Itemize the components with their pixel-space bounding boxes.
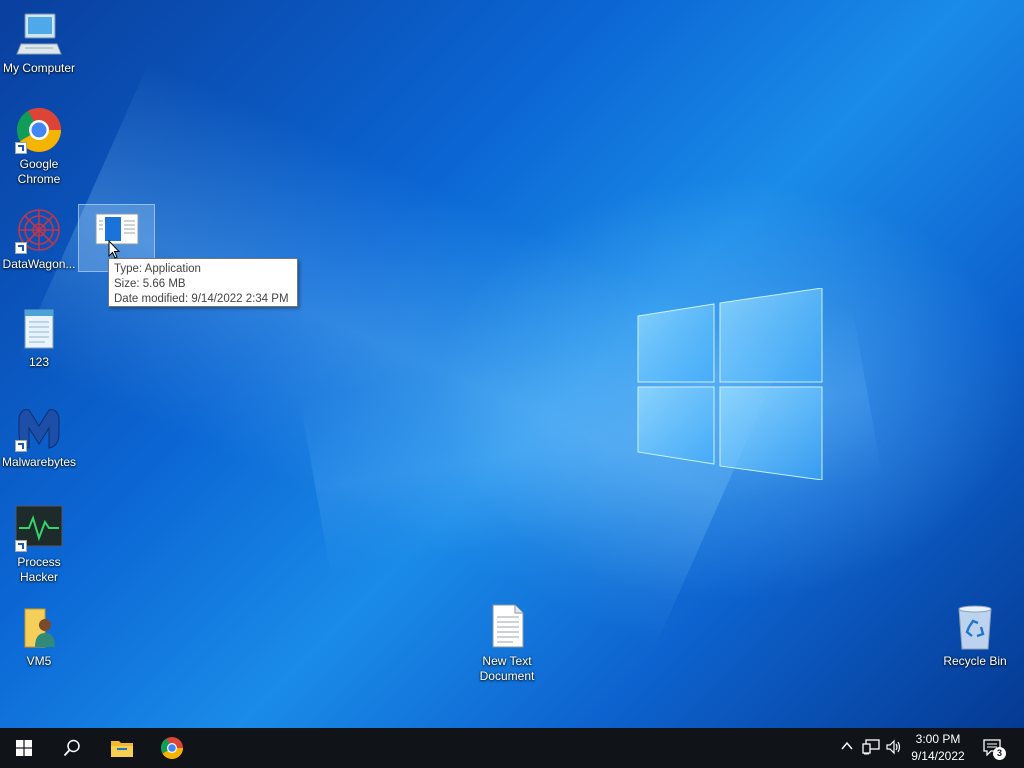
clock-date: 9/14/2022: [911, 749, 965, 763]
malwarebytes-icon: [15, 404, 63, 452]
process-hacker-icon: [15, 504, 63, 552]
desktop-icon-recycle-bin[interactable]: Recycle Bin: [937, 603, 1013, 669]
desktop-icon-google-chrome[interactable]: Google Chrome: [1, 106, 77, 187]
taskbar: 3:00 PM 9/14/2022 3: [0, 728, 1024, 768]
desktop-icon-label: 123: [28, 355, 50, 369]
desktop-icon-label: New Text Document: [479, 654, 535, 683]
desktop-icon-process-hacker[interactable]: Process Hacker: [1, 504, 77, 585]
desktop-icon-malwarebytes[interactable]: Malwarebytes: [1, 404, 77, 470]
desktop-icon-label: Google Chrome: [17, 157, 61, 186]
system-clock[interactable]: 3:00 PM 9/14/2022: [900, 731, 976, 765]
tooltip-size: Size: 5.66 MB: [114, 278, 186, 290]
desktop-icon-my-computer[interactable]: My Computer: [1, 10, 77, 76]
tooltip-type: Type: Application: [114, 263, 201, 275]
search-icon: [63, 739, 80, 757]
windows-icon: [16, 740, 32, 756]
chrome-taskbar-button[interactable]: [148, 728, 196, 768]
desktop-icon-label: Process Hacker: [17, 555, 61, 584]
tooltip-date-modified: Date modified: 9/14/2022 2:34 PM: [114, 293, 289, 305]
text-document-icon: [483, 603, 531, 651]
file-explorer-button[interactable]: [98, 728, 146, 768]
shortcut-arrow-icon: [15, 242, 27, 254]
desktop-icon-123[interactable]: 123: [1, 304, 77, 370]
desktop-icon-label: VM5: [26, 654, 52, 668]
start-button[interactable]: [0, 728, 48, 768]
chrome-icon: [161, 737, 183, 759]
desktop-icon-new-text-document[interactable]: New Text Document: [469, 603, 545, 684]
desktop-icon-label: DataWagon...: [2, 257, 76, 271]
chrome-icon: [15, 106, 63, 154]
shortcut-arrow-icon: [15, 540, 27, 552]
user-folder-icon: [15, 603, 63, 651]
folder-icon: [111, 741, 133, 757]
notepad-icon: [15, 304, 63, 352]
desktop-icon-label: My Computer: [2, 61, 76, 75]
clock-time: 3:00 PM: [915, 732, 961, 746]
chevron-up-icon[interactable]: [840, 739, 854, 753]
search-button[interactable]: [48, 728, 96, 768]
recycle-bin-icon: [951, 603, 999, 651]
desktop[interactable]: My Computer Google Chrome DataWagon... 1…: [0, 0, 1024, 728]
mouse-pointer-icon: [108, 240, 120, 259]
datawagon-icon: [15, 206, 63, 254]
desktop-icon-label: Malwarebytes: [1, 455, 77, 469]
notification-count-badge: 3: [993, 747, 1006, 760]
windows-logo-wallpaper: [637, 288, 823, 480]
shortcut-arrow-icon: [15, 440, 27, 452]
file-info-tooltip: Type: Application Size: 5.66 MB Date mod…: [108, 258, 298, 307]
desktop-icon-vm5[interactable]: VM5: [1, 603, 77, 669]
network-icon[interactable]: [862, 739, 880, 755]
desktop-icon-datawagon[interactable]: DataWagon...: [1, 206, 77, 272]
computer-icon: [15, 10, 63, 58]
shortcut-arrow-icon: [15, 142, 27, 154]
desktop-icon-label: Recycle Bin: [943, 654, 1007, 668]
